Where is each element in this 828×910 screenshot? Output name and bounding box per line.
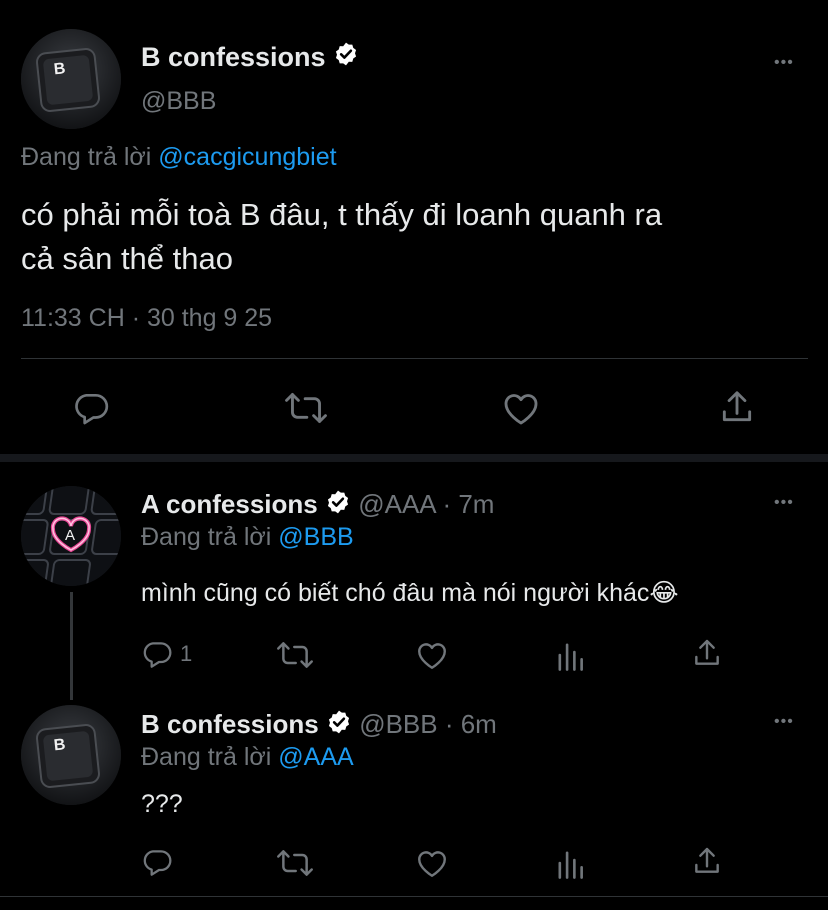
display-name-text[interactable]: B confessions	[141, 42, 326, 72]
more-icon[interactable]: •••	[774, 714, 794, 730]
retweet-icon[interactable]	[276, 639, 314, 671]
replying-to-link[interactable]: @cacgicungbiet	[158, 143, 336, 171]
thread-connector-line	[70, 592, 73, 700]
main-tweet-replying-to: Đang trả lời @cacgicungbiet	[21, 143, 337, 172]
reply-header: A confessions @AAA · 7m	[141, 489, 494, 522]
reply-icon[interactable]	[141, 638, 173, 670]
reply-display-name[interactable]: B confessions	[141, 709, 319, 739]
like-icon[interactable]	[415, 847, 449, 879]
more-icon[interactable]: •••	[774, 495, 794, 511]
reply-replying-to: Đang trả lời @AAA	[141, 743, 354, 772]
replying-label: Đang trả lời	[141, 523, 272, 551]
retweet-icon[interactable]	[276, 847, 314, 879]
avatar-key-letter: B	[53, 736, 66, 754]
reply-avatar[interactable]: B	[21, 705, 121, 805]
reply-display-name[interactable]: A confessions	[141, 489, 318, 519]
divider	[21, 358, 808, 359]
replying-to-link[interactable]: @AAA	[278, 743, 353, 771]
tweet-text-line: cả sân thể thao	[21, 241, 233, 276]
share-icon[interactable]	[718, 388, 756, 426]
main-tweet-avatar[interactable]: B	[21, 29, 121, 129]
avatar-key-letter: A	[65, 527, 75, 544]
reply-text: ???	[141, 790, 183, 818]
share-icon[interactable]	[691, 637, 723, 669]
divider	[0, 896, 828, 897]
tweet-text-line: có phải mỗi toà B đâu, t thấy đi loanh q…	[21, 197, 663, 232]
more-icon[interactable]: •••	[774, 55, 794, 71]
verified-badge-icon	[326, 710, 352, 742]
avatar-key-letter: B	[53, 60, 66, 78]
replying-label: Đang trả lời	[141, 743, 272, 771]
reply-count: 1	[180, 641, 193, 666]
main-tweet-handle[interactable]: @BBB	[141, 87, 216, 116]
reply-icon[interactable]	[72, 389, 110, 427]
like-icon[interactable]	[501, 389, 541, 427]
reply-header: B confessions @BBB · 6m	[141, 709, 497, 742]
like-icon[interactable]	[415, 639, 449, 671]
section-separator	[0, 454, 828, 462]
analytics-icon[interactable]	[555, 639, 585, 671]
reply-icon[interactable]	[141, 846, 173, 878]
reply-handle[interactable]: @AAA	[358, 489, 435, 519]
verified-badge-icon	[333, 43, 359, 74]
replying-label: Đang trả lời	[21, 143, 152, 171]
main-tweet-timestamp[interactable]: 11:33 CH · 30 thg 9 25	[21, 304, 272, 333]
reply-avatar[interactable]: A	[21, 486, 121, 586]
main-tweet-text: có phải mỗi toà B đâu, t thấy đi loanh q…	[21, 193, 821, 281]
share-icon[interactable]	[691, 845, 723, 877]
analytics-icon[interactable]	[555, 847, 585, 879]
reply-text: mình cũng có biết chó đâu mà nói người k…	[141, 579, 679, 607]
verified-badge-icon	[325, 490, 351, 522]
replying-to-link[interactable]: @BBB	[278, 523, 353, 551]
main-tweet-display-name[interactable]: B confessions	[141, 42, 359, 74]
reply-time[interactable]: · 7m	[442, 489, 494, 519]
retweet-icon[interactable]	[284, 389, 328, 427]
reply-time[interactable]: · 6m	[445, 709, 497, 739]
reply-handle[interactable]: @BBB	[359, 709, 437, 739]
reply-replying-to: Đang trả lời @BBB	[141, 523, 354, 552]
